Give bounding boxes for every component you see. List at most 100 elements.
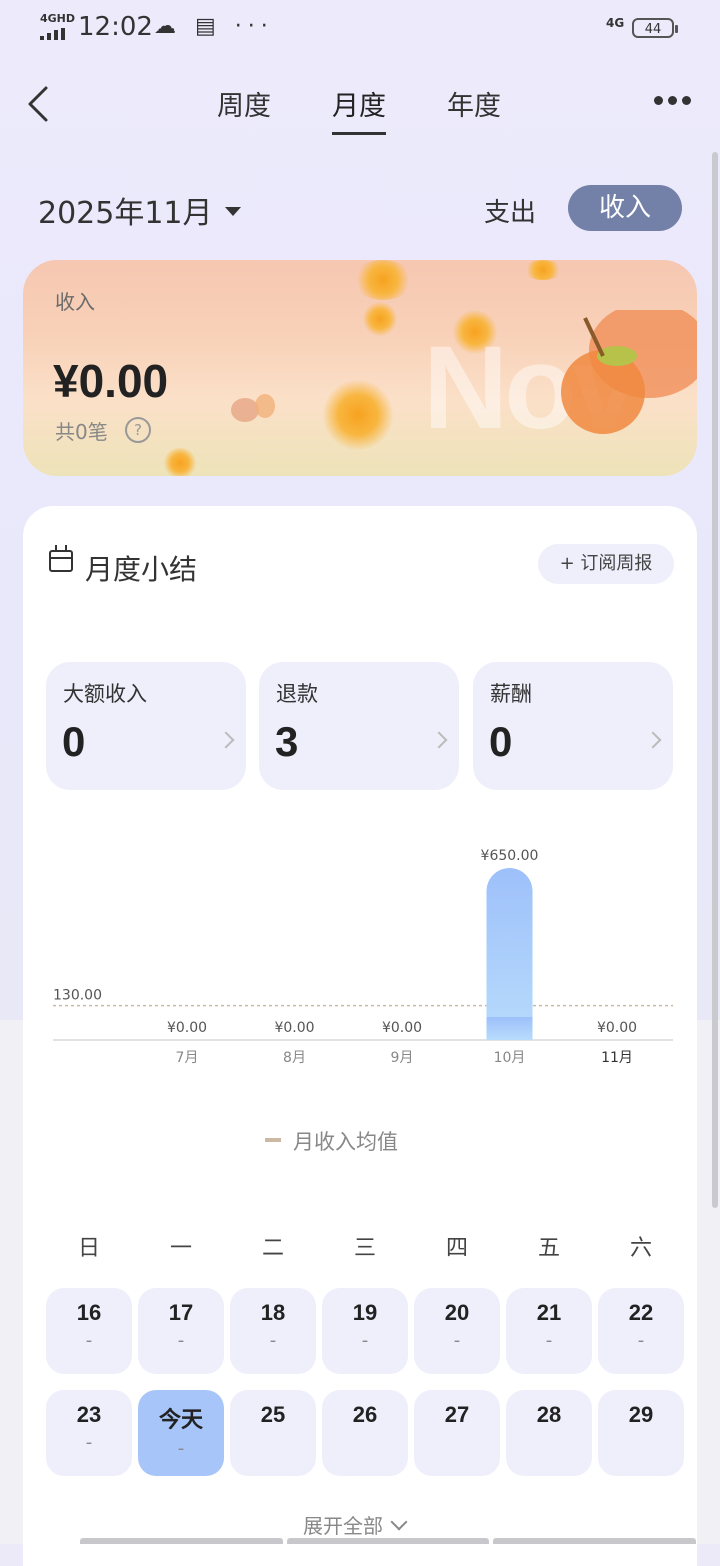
- expand-all-button[interactable]: 展开全部: [303, 1510, 408, 1539]
- calendar-day[interactable]: 18 -: [230, 1288, 316, 1374]
- day-amount: -: [637, 1330, 645, 1351]
- weekday-label: 日: [77, 1236, 100, 1261]
- stat-label: 薪酬: [490, 682, 532, 706]
- network-type: 4GHD: [40, 12, 76, 25]
- calendar-icon: [49, 545, 73, 572]
- calendar-day[interactable]: 28: [506, 1390, 592, 1476]
- calendar-day-today[interactable]: 今天 -: [138, 1390, 224, 1476]
- day-amount: -: [453, 1330, 461, 1351]
- x-tick-label: 11月: [601, 1050, 633, 1066]
- stat-value: 0: [489, 718, 513, 765]
- transaction-count: 共0笔: [55, 420, 108, 444]
- signal-icon: [40, 28, 70, 40]
- x-tick-label: 10月: [494, 1050, 526, 1066]
- x-tick-label: 7月: [176, 1050, 199, 1066]
- calendar-day[interactable]: 27: [414, 1390, 500, 1476]
- calendar-day[interactable]: 25: [230, 1390, 316, 1476]
- calendar-day[interactable]: 20 -: [414, 1288, 500, 1374]
- sun-decoration: [363, 302, 397, 336]
- day-number: 17: [168, 1300, 194, 1325]
- day-number: 23: [76, 1402, 102, 1427]
- day-number: 26: [352, 1402, 378, 1427]
- stat-label: 大额收入: [63, 682, 147, 706]
- weekday-label: 一: [169, 1236, 192, 1261]
- calendar-day[interactable]: 22 -: [598, 1288, 684, 1374]
- chevron-down-icon: [390, 1513, 408, 1531]
- chevron-right-icon: [644, 731, 662, 749]
- summary-title: 月度小结: [85, 553, 198, 586]
- day-amount: -: [269, 1330, 277, 1351]
- month-label: 2025年11月: [38, 196, 213, 231]
- tab-weekly[interactable]: 周度: [217, 84, 271, 123]
- calendar-day[interactable]: 17 -: [138, 1288, 224, 1374]
- bar-value-label: ¥0.00: [274, 1020, 314, 1036]
- hero-label: 收入: [55, 290, 95, 314]
- notification-icons: ☁ ▤ ···: [154, 14, 274, 39]
- x-tick-label: 8月: [283, 1050, 306, 1066]
- day-number: 今天: [158, 1407, 203, 1432]
- sun-decoration: [323, 380, 393, 450]
- battery-icon: 44: [632, 18, 678, 38]
- stat-value: 0: [62, 718, 86, 765]
- scrollbar[interactable]: [712, 152, 718, 1208]
- income-bar-chart: 130.00 ¥0.00 7月 ¥0.00 8月 ¥0.00 9月 ¥650.00 10月 ¥0.…: [53, 848, 673, 1066]
- bar-value-label: ¥650.00: [481, 848, 539, 864]
- chart-bar: [486, 868, 533, 1040]
- day-amount: -: [545, 1330, 553, 1351]
- day-amount: -: [85, 1432, 93, 1453]
- monthly-summary-card: 月度小结 + 订阅周报 大额收入 0 退款 3 薪酬 0 130.00 ¥0.00…: [23, 506, 697, 1566]
- more-icon[interactable]: [654, 96, 694, 112]
- apple-illustration: [561, 310, 697, 434]
- caret-down-icon: [224, 207, 241, 216]
- day-number: 18: [260, 1300, 286, 1325]
- chevron-right-icon: [217, 731, 235, 749]
- stat-refund[interactable]: 退款 3: [259, 662, 459, 790]
- cloud-decoration: [231, 394, 275, 422]
- stat-label: 退款: [276, 682, 318, 706]
- stat-large-income[interactable]: 大额收入 0: [46, 662, 246, 790]
- stat-value: 3: [275, 718, 299, 765]
- day-number: 28: [536, 1402, 562, 1427]
- clock: 12:02: [78, 12, 153, 42]
- day-amount: -: [361, 1330, 369, 1351]
- bar-value-label: ¥0.00: [167, 1020, 207, 1036]
- calendar-day[interactable]: 26: [322, 1390, 408, 1476]
- bottom-tab-indicators: [80, 1538, 697, 1544]
- weekday-label: 五: [537, 1236, 560, 1261]
- day-number: 22: [628, 1300, 654, 1325]
- legend-label: 月收入均值: [293, 1130, 398, 1154]
- calendar-day[interactable]: 16 -: [46, 1288, 132, 1374]
- tab-yearly[interactable]: 年度: [447, 84, 501, 123]
- calendar-day[interactable]: 19 -: [322, 1288, 408, 1374]
- month-selector[interactable]: 2025年11月: [38, 188, 241, 232]
- weekday-label: 二: [261, 1236, 284, 1261]
- stat-salary[interactable]: 薪酬 0: [473, 662, 673, 790]
- chart-legend: 月收入均值: [265, 1126, 398, 1156]
- expense-toggle[interactable]: 支出: [484, 192, 536, 229]
- calendar-day[interactable]: 23 -: [46, 1390, 132, 1476]
- subscribe-weekly-button[interactable]: + 订阅周报: [538, 544, 674, 584]
- sun-decoration: [523, 260, 563, 280]
- day-number: 19: [352, 1300, 378, 1325]
- bar-value-label: ¥0.00: [382, 1020, 422, 1036]
- day-number: 25: [260, 1402, 286, 1427]
- income-toggle[interactable]: 收入: [568, 185, 682, 231]
- period-tabs: 周度 月度 年度: [0, 84, 720, 135]
- day-number: 29: [628, 1402, 654, 1427]
- tab-monthly[interactable]: 月度: [332, 84, 386, 135]
- weekday-label: 四: [445, 1236, 468, 1261]
- weekday-label: 六: [629, 1236, 652, 1261]
- sun-decoration: [353, 260, 413, 300]
- day-amount: -: [85, 1330, 93, 1351]
- income-hero-card: Nov 收入 ¥0.00 共0笔 ?: [23, 260, 697, 476]
- day-amount: -: [177, 1330, 185, 1351]
- day-number: 20: [444, 1300, 470, 1325]
- bar-value-label: ¥0.00: [597, 1020, 637, 1036]
- help-icon[interactable]: ?: [125, 417, 151, 443]
- calendar-day[interactable]: 21 -: [506, 1288, 592, 1374]
- calendar-day[interactable]: 29: [598, 1390, 684, 1476]
- x-tick-label: 9月: [391, 1050, 414, 1066]
- chart-bar-base: [486, 1017, 533, 1040]
- income-amount: ¥0.00: [53, 355, 169, 407]
- status-bar: 4GHD 12:02 ☁ ▤ ··· 4G 44: [0, 0, 720, 56]
